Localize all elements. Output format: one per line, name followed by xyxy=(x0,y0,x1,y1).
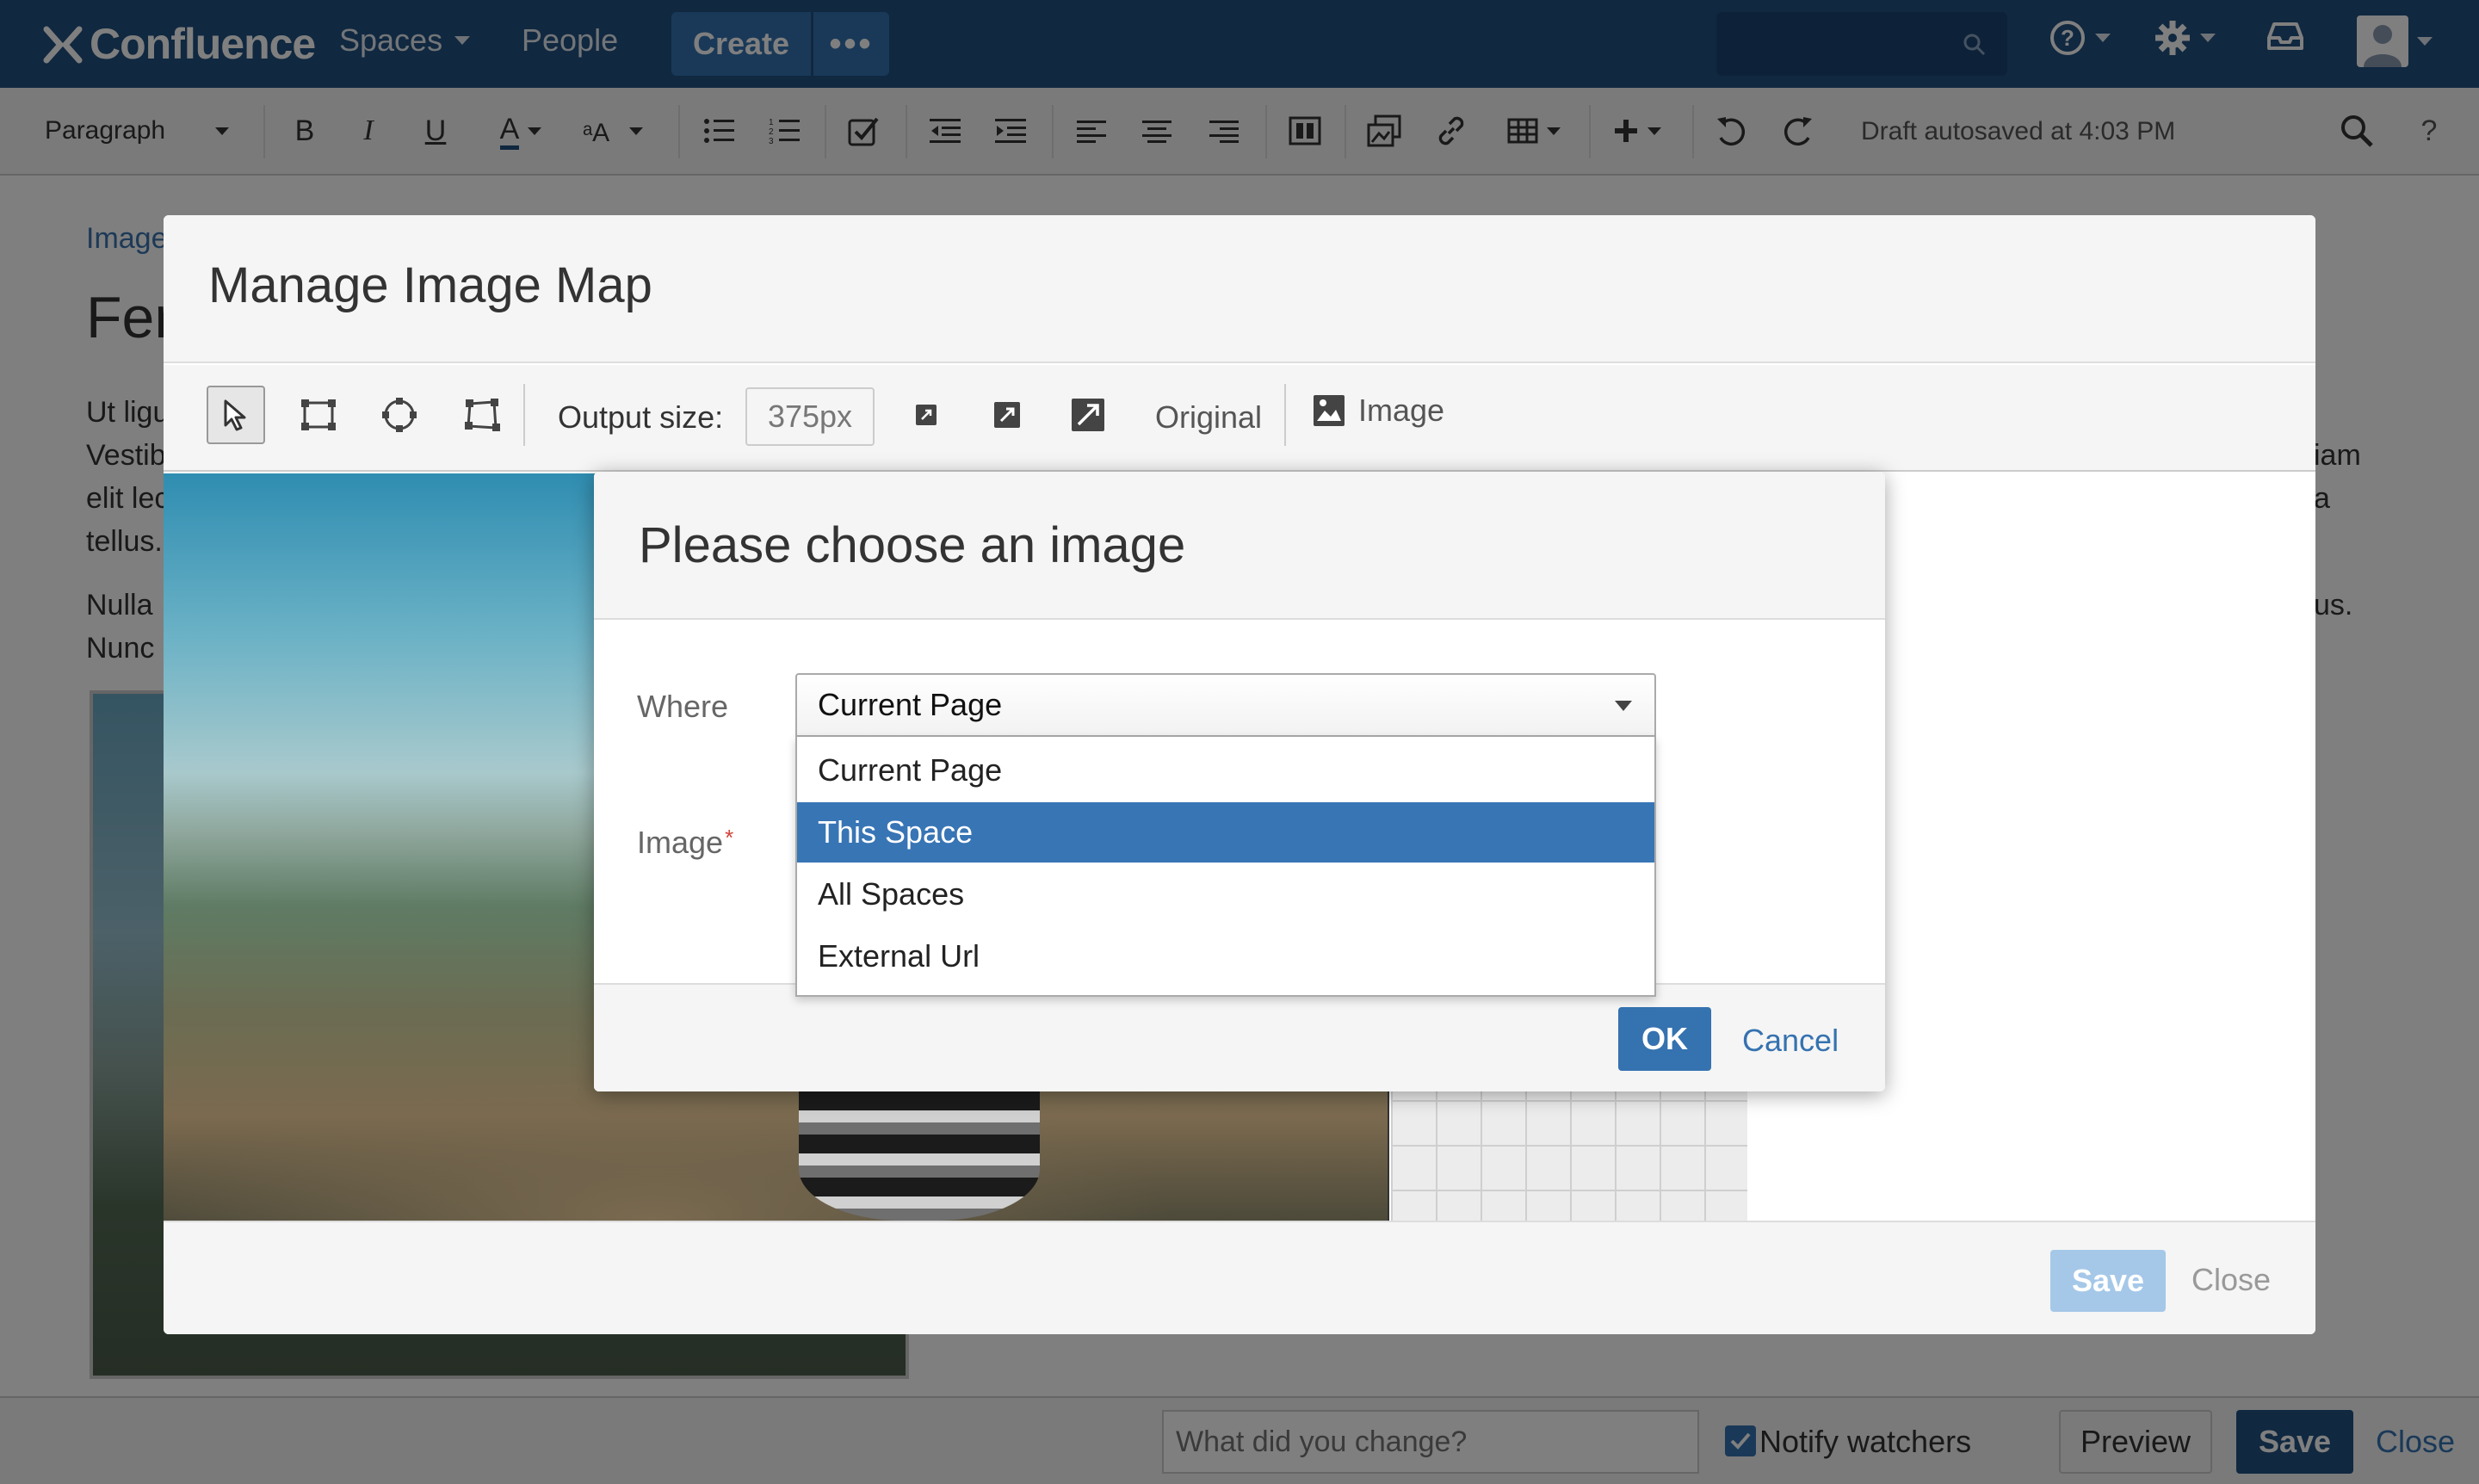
rectangle-icon xyxy=(301,399,336,430)
option-this-space[interactable]: This Space xyxy=(797,802,1654,863)
where-label: Where xyxy=(637,689,729,724)
image-icon xyxy=(1314,395,1345,426)
save-button[interactable]: Save xyxy=(2050,1250,2166,1312)
pointer-icon xyxy=(224,399,246,431)
output-size-input[interactable]: 375px xyxy=(745,387,875,446)
close-button[interactable]: Close xyxy=(2192,1262,2271,1298)
size-large-button[interactable] xyxy=(1059,386,1117,444)
option-current-page[interactable]: Current Page xyxy=(797,740,1654,801)
dialog-footer: Save Close xyxy=(164,1221,2315,1334)
circle-tool-button[interactable] xyxy=(370,386,429,444)
output-size-label: Output size: xyxy=(558,399,724,435)
image-label-wrap: Image* xyxy=(637,825,733,861)
resize-small-icon xyxy=(916,405,937,425)
option-external-url[interactable]: External Url xyxy=(797,926,1654,986)
rectangle-tool-button[interactable] xyxy=(289,386,348,444)
where-dropdown-list: Current Page This Space All Spaces Exter… xyxy=(795,737,1656,997)
dialog-header: Manage Image Map xyxy=(164,215,2315,363)
toolbar-divider xyxy=(1284,384,1286,446)
original-size-button[interactable]: Original xyxy=(1155,399,1262,436)
choose-image-button[interactable]: Image xyxy=(1312,393,1444,429)
image-map-toolbar: Output size: 375px Original Image xyxy=(164,365,2315,472)
dialog-title: Please choose an image xyxy=(639,517,1186,573)
resize-large-icon xyxy=(1072,399,1104,431)
chevron-down-icon xyxy=(1615,701,1632,711)
select-tool-button[interactable] xyxy=(207,386,265,444)
image-button-label: Image xyxy=(1358,393,1445,428)
cancel-button[interactable]: Cancel xyxy=(1742,1023,1839,1059)
required-marker: * xyxy=(725,825,734,850)
dialog-header: Please choose an image xyxy=(594,472,1885,620)
image-label: Image xyxy=(637,825,724,860)
where-select[interactable]: Current Page xyxy=(795,673,1656,737)
tower-detail xyxy=(799,1091,1040,1221)
size-medium-button[interactable] xyxy=(978,386,1036,444)
polygon-icon xyxy=(465,399,500,431)
polygon-tool-button[interactable] xyxy=(453,386,511,444)
dialog-footer: OK Cancel xyxy=(594,983,1885,1091)
choose-image-dialog: Please choose an image Where Image* Curr… xyxy=(594,472,1885,1091)
option-all-spaces[interactable]: All Spaces xyxy=(797,864,1654,924)
ok-button[interactable]: OK xyxy=(1618,1007,1711,1071)
where-selected-value: Current Page xyxy=(818,687,1003,722)
circle-icon xyxy=(382,398,417,432)
dialog-title: Manage Image Map xyxy=(208,257,652,313)
resize-medium-icon xyxy=(994,402,1020,428)
toolbar-divider xyxy=(523,384,525,446)
size-small-button[interactable] xyxy=(897,386,955,444)
